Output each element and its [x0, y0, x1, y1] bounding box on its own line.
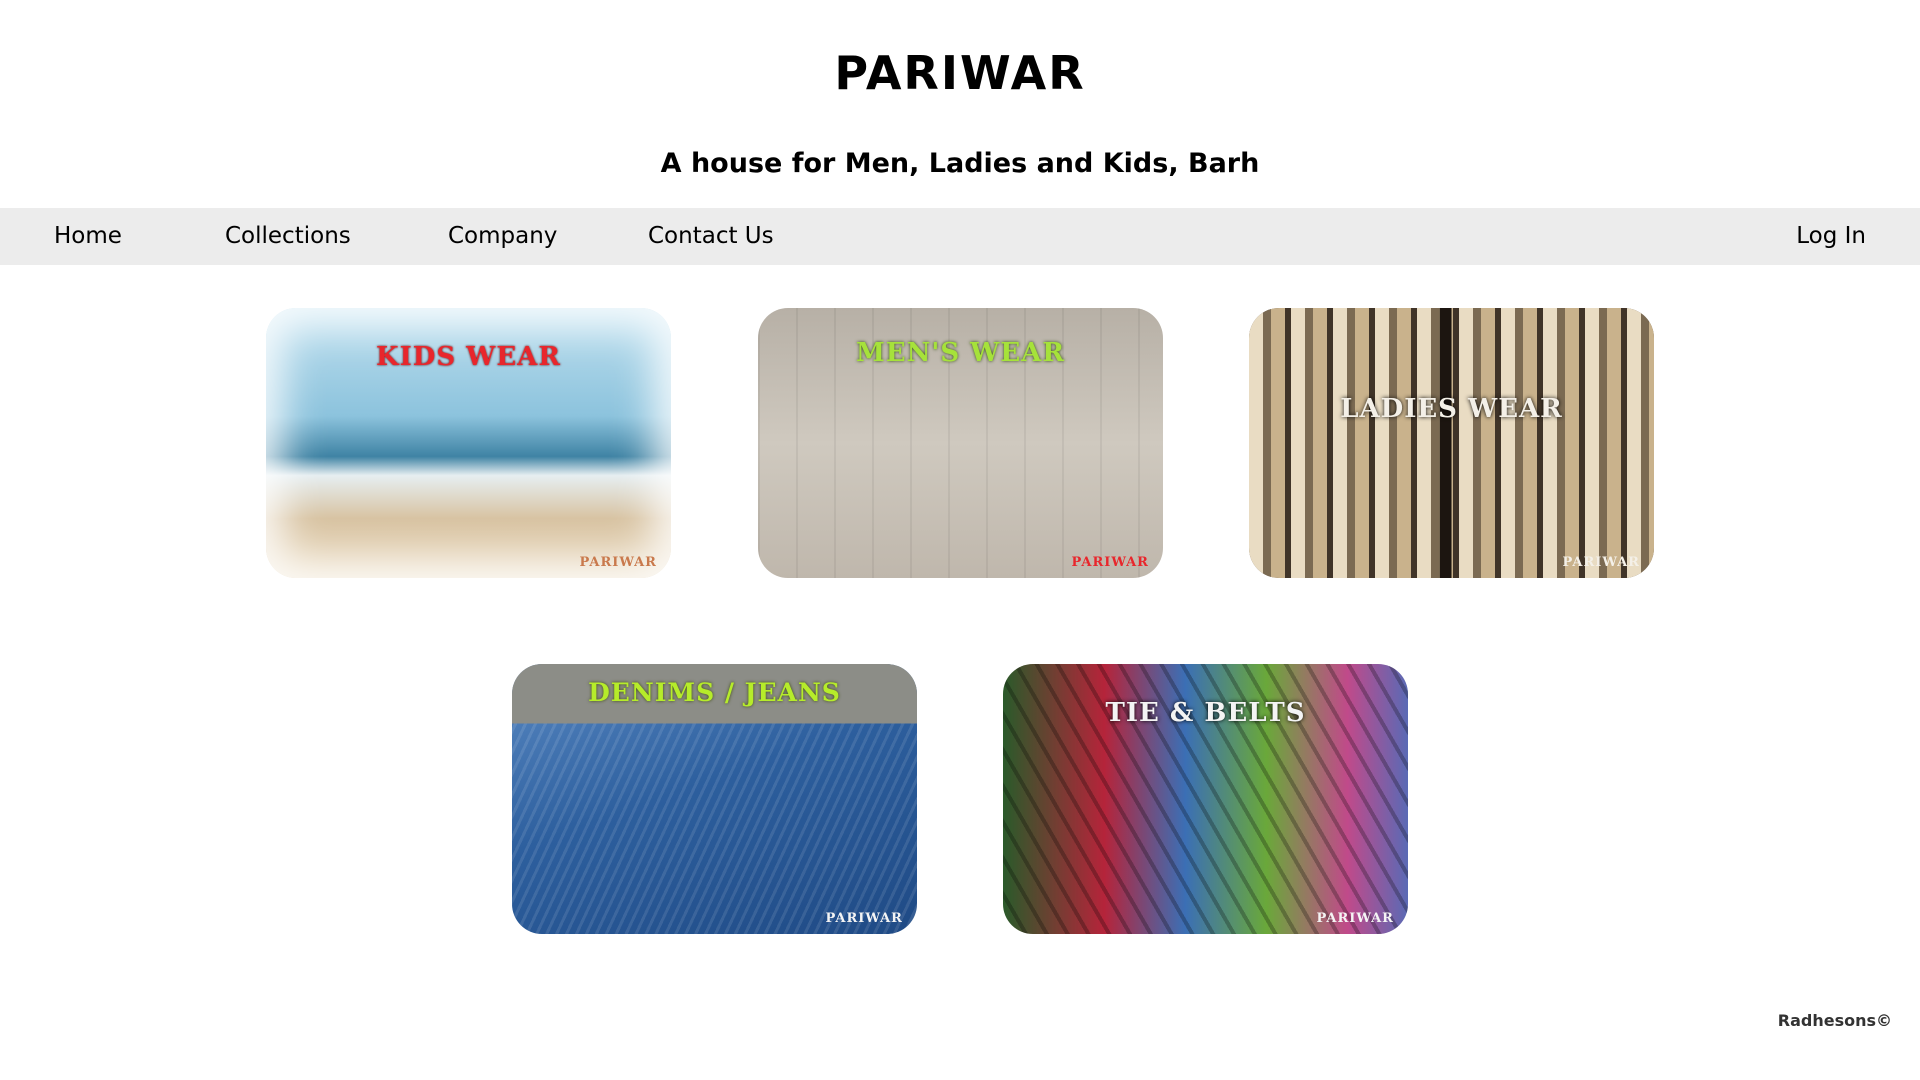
category-title: TIE & BELTS: [1105, 698, 1306, 728]
category-card-ladies-wear[interactable]: LADIES WEAR PARIWAR: [1249, 308, 1654, 578]
nav-link-contact-us[interactable]: Contact Us: [648, 208, 774, 265]
category-title: DENIMS / JEANS: [588, 678, 841, 707]
page: PARIWAR A house for Men, Ladies and Kids…: [0, 0, 1920, 1080]
category-title: KIDS WEAR: [376, 342, 561, 372]
nav-link-collections[interactable]: Collections: [225, 208, 351, 265]
category-card-kids-wear[interactable]: KIDS WEAR PARIWAR: [266, 308, 671, 578]
brand-title: PARIWAR: [834, 46, 1086, 100]
watermark: PARIWAR: [1562, 555, 1640, 570]
category-image: [1249, 308, 1654, 578]
watermark: PARIWAR: [825, 911, 903, 926]
footer-credit: Radhesons©: [1777, 1011, 1892, 1030]
category-card-mens-wear[interactable]: MEN'S WEAR PARIWAR: [758, 308, 1163, 578]
watermark: PARIWAR: [1316, 911, 1394, 926]
category-title: MEN'S WEAR: [856, 338, 1065, 368]
nav-link-log-in[interactable]: Log In: [1796, 208, 1866, 265]
brand-tagline: A house for Men, Ladies and Kids, Barh: [660, 148, 1260, 179]
watermark: PARIWAR: [1071, 555, 1149, 570]
watermark: PARIWAR: [579, 555, 657, 570]
category-title: LADIES WEAR: [1340, 394, 1563, 424]
nav-link-company[interactable]: Company: [448, 208, 557, 265]
nav-link-home[interactable]: Home: [54, 208, 122, 265]
category-card-tie-belts[interactable]: TIE & BELTS PARIWAR: [1003, 664, 1408, 934]
nav-bar: Home Collections Company Contact Us Log …: [0, 208, 1920, 265]
category-card-denims-jeans[interactable]: DENIMS / JEANS PARIWAR: [512, 664, 917, 934]
